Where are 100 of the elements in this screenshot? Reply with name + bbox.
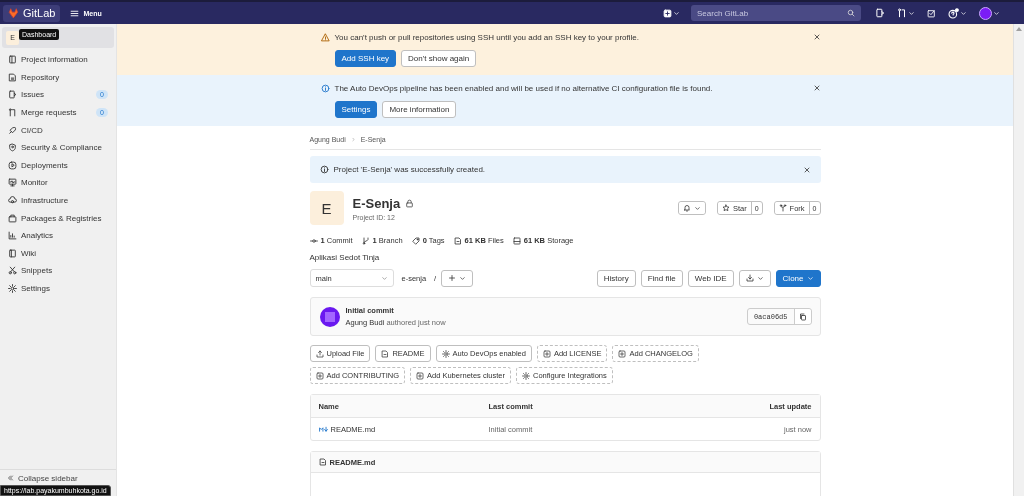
search-field[interactable]: Search GitLab: [691, 5, 861, 21]
sidebar-item[interactable]: CI/CD: [2, 121, 114, 139]
help-button[interactable]: [946, 5, 969, 21]
file-icon: [453, 236, 462, 245]
monitor-icon: [8, 178, 17, 188]
package-icon: [8, 213, 17, 223]
file-icon: [318, 458, 327, 466]
issue-icon: [875, 8, 885, 18]
alert-message: You can't push or pull repositories using SSH until you add an SSH key to your profile.: [334, 33, 639, 42]
markdown-icon: [318, 424, 328, 434]
tag-icon: [411, 236, 420, 245]
flash-text: Project 'E-Senja' was successfully created.: [333, 165, 487, 174]
alert-button[interactable]: Add SSH key: [334, 50, 397, 67]
caret-icon: [380, 274, 388, 282]
caret-icon: [459, 274, 467, 282]
close-button[interactable]: [812, 33, 821, 41]
shield-icon: [8, 143, 17, 153]
sidebar-item[interactable]: Security & Compliance: [2, 138, 114, 157]
file-icon: [381, 349, 390, 358]
star-icon: [721, 204, 730, 212]
gear-icon: [522, 371, 530, 380]
menu-icon: [70, 8, 80, 18]
document-icon: [8, 55, 17, 65]
copy-icon: [798, 312, 807, 321]
close-button[interactable]: [802, 165, 811, 174]
help-icon: [948, 7, 959, 19]
scissors-icon: [8, 266, 17, 276]
gitlab-logo[interactable]: GitLab: [3, 4, 61, 22]
sidebar-item[interactable]: Monitor: [2, 174, 114, 192]
lock-icon: [405, 198, 415, 208]
bell-icon: [682, 204, 691, 212]
sidebar-item[interactable]: Snippets: [2, 262, 114, 280]
search-icon: [847, 9, 855, 17]
close-icon: [802, 165, 811, 174]
fork-icon: [778, 204, 787, 212]
chart-icon: [8, 231, 17, 241]
merge-requests-button[interactable]: [895, 6, 917, 20]
caret-icon: [960, 9, 967, 17]
plus-icon: [448, 274, 457, 282]
project-avatar: E: [309, 191, 344, 225]
book-icon: [8, 248, 17, 258]
caret-icon: [756, 274, 764, 282]
info-icon: [319, 165, 329, 174]
sidebar-item[interactable]: Packages & Registries: [2, 209, 114, 227]
info-icon: [320, 84, 330, 93]
alert-button[interactable]: More information: [382, 101, 457, 118]
plus-square-icon: [416, 371, 424, 380]
alert-message: The Auto DevOps pipeline has been enabled and will be used if no alternative CI configuration file is found.: [334, 84, 713, 93]
issues-button[interactable]: [873, 6, 887, 20]
plus-square-icon: [542, 349, 551, 358]
sidebar-item[interactable]: Wiki: [2, 244, 114, 263]
sidebar-item[interactable]: Deployments: [2, 156, 114, 175]
close-icon: [812, 33, 821, 41]
storage-icon: [512, 236, 521, 245]
chevron-icon: [350, 137, 356, 142]
notification-button[interactable]: [678, 202, 705, 214]
plus-square-icon: [618, 349, 627, 358]
download-icon: [745, 274, 754, 282]
gear-icon: [441, 349, 450, 358]
plus-square-icon: [663, 8, 672, 18]
cloud-icon: [8, 196, 17, 206]
sidebar-item[interactable]: Settings: [2, 279, 114, 298]
sidebar-item[interactable]: Project information: [2, 51, 114, 69]
new-button[interactable]: [661, 6, 682, 20]
settings-icon: [8, 284, 17, 293]
alert-button[interactable]: Settings: [334, 101, 378, 118]
copy-button[interactable]: [793, 309, 811, 324]
caret-icon: [673, 9, 680, 17]
caret-icon: [806, 274, 814, 282]
commit-icon: [309, 236, 318, 245]
sidebar-item[interactable]: Analytics: [2, 226, 114, 245]
repo-button[interactable]: History: [596, 269, 636, 287]
repo-button[interactable]: Find file: [640, 269, 683, 287]
issue-icon: [8, 90, 17, 100]
sidebar-item[interactable]: Infrastructure: [2, 191, 114, 210]
caret-icon: [908, 9, 915, 17]
branch-icon: [361, 236, 370, 245]
merge-request-icon: [8, 108, 17, 118]
project-name: E-Senja: [352, 195, 401, 211]
clone-button[interactable]: Clone: [775, 269, 821, 287]
rocket-icon: [8, 125, 17, 135]
double-chevron-icon: [6, 474, 14, 482]
close-icon: [812, 84, 821, 92]
sidebar-item[interactable]: Repository: [2, 68, 114, 87]
alert-button[interactable]: Don't show again: [401, 50, 477, 67]
upload-icon: [315, 349, 324, 358]
fox-icon: [8, 7, 19, 19]
merge-request-icon: [897, 8, 907, 18]
warning-icon: [320, 33, 330, 42]
avatar: [979, 6, 992, 20]
user-avatar: [318, 305, 341, 328]
checkbox-icon: [927, 8, 936, 18]
repo-button[interactable]: Web IDE: [687, 269, 734, 287]
project-description: Aplikasi Sedot Tinja: [309, 253, 381, 262]
file-icon: [8, 72, 17, 82]
close-button[interactable]: [812, 84, 821, 92]
play-square-icon: [8, 160, 17, 170]
caret-icon: [693, 204, 701, 212]
caret-icon: [993, 9, 1000, 17]
plus-square-icon: [315, 371, 324, 380]
